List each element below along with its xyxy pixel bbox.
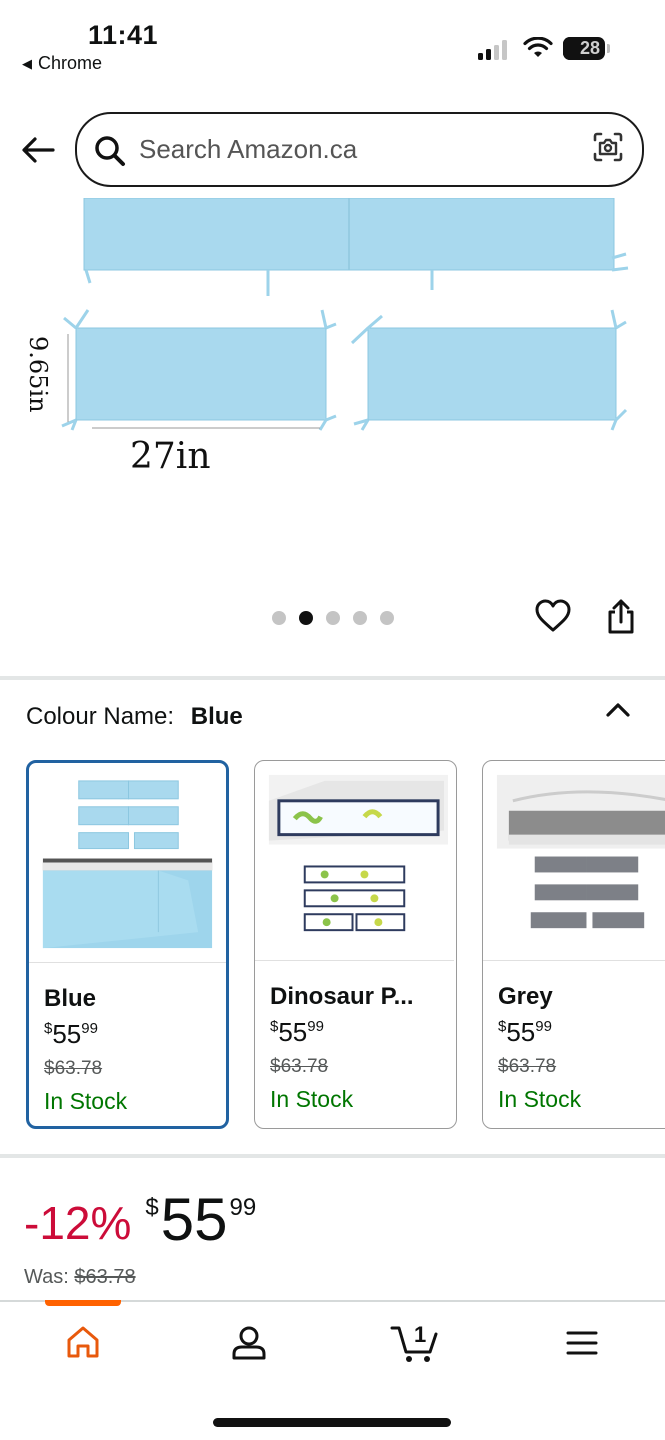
swatch-grey[interactable]: Grey $5599 $63.78 In Stock <box>482 760 665 1129</box>
status-time: 11:41 <box>88 20 159 50</box>
bottom-navigation-bar: 1 <box>0 1300 665 1440</box>
swatch-name: Blue <box>44 985 97 1012</box>
back-to-app-link[interactable]: ◀ Chrome <box>22 53 102 74</box>
carousel-dot[interactable] <box>380 611 394 625</box>
current-price: $ 55 99 <box>145 1186 257 1253</box>
search-header <box>0 108 665 198</box>
swatch-thumbnail <box>483 774 665 961</box>
swatch-stock-status: In Stock <box>270 1086 354 1112</box>
camera-search-icon[interactable] <box>592 131 624 163</box>
cart-icon[interactable]: 1 <box>390 1320 444 1364</box>
search-icon <box>95 136 125 166</box>
colour-label: Colour Name: <box>26 703 175 730</box>
home-icon[interactable] <box>64 1324 102 1360</box>
menu-icon[interactable] <box>566 1330 598 1356</box>
was-price: $63.78 <box>74 1266 136 1288</box>
heart-icon[interactable] <box>534 598 572 634</box>
back-app-label: Chrome <box>38 53 103 73</box>
width-dimension-label: 27in <box>130 436 211 477</box>
price-block: -12% $ 55 99 <box>24 1190 256 1250</box>
swatch-blue[interactable]: Blue $5599 $63.78 In Stock <box>26 760 229 1129</box>
swatch-stock-status: In Stock <box>44 1088 128 1114</box>
swatch-price: $5599 <box>44 1019 98 1049</box>
back-arrow-icon[interactable] <box>20 134 56 166</box>
image-carousel-dots[interactable] <box>272 611 394 625</box>
swatch-stock-status: In Stock <box>498 1086 582 1112</box>
carousel-dot-active[interactable] <box>299 611 313 625</box>
cart-count: 1 <box>414 1322 426 1347</box>
product-photo: 9.65in 27in <box>24 198 629 477</box>
chevron-up-icon[interactable] <box>604 700 632 720</box>
colour-selector-header: Colour Name: Blue <box>26 703 243 731</box>
section-divider <box>0 676 665 680</box>
was-price-line: Was: $63.78 <box>24 1266 136 1289</box>
discount-percent: -12% <box>24 1197 132 1249</box>
carousel-dot[interactable] <box>326 611 340 625</box>
swatch-dinosaur[interactable]: Dinosaur P... $5599 $63.78 In Stock <box>254 760 457 1129</box>
section-divider <box>0 1154 665 1158</box>
carousel-dot[interactable] <box>353 611 367 625</box>
swatch-name: Dinosaur P... <box>270 983 414 1010</box>
account-icon[interactable] <box>230 1324 268 1362</box>
cellular-signal-icon <box>478 38 510 60</box>
colour-value: Blue <box>190 703 243 730</box>
wifi-icon <box>523 37 553 57</box>
swatch-price: $5599 <box>498 1017 552 1047</box>
back-triangle-icon: ◀ <box>22 55 32 71</box>
battery-level: 28 <box>579 38 600 58</box>
home-indicator <box>213 1418 451 1427</box>
swatch-was-price: $63.78 <box>270 1056 329 1077</box>
colour-swatch-list: Blue $5599 $63.78 In Stock Dinosaur P...… <box>26 760 665 1130</box>
swatch-thumbnail <box>29 780 226 963</box>
swatch-was-price: $63.78 <box>498 1056 557 1077</box>
swatch-thumbnail <box>255 774 454 961</box>
search-bar[interactable] <box>75 112 644 187</box>
was-label: Was: <box>24 1266 69 1288</box>
height-dimension-label: 9.65in <box>24 336 52 413</box>
product-image[interactable]: 9.65in 27in <box>0 198 665 578</box>
active-tab-indicator <box>45 1300 121 1306</box>
battery-icon: 28 <box>563 37 605 60</box>
carousel-dot[interactable] <box>272 611 286 625</box>
share-icon[interactable] <box>605 598 637 636</box>
swatch-price: $5599 <box>270 1017 324 1047</box>
search-input[interactable] <box>139 130 569 168</box>
swatch-name: Grey <box>498 983 553 1010</box>
status-bar: 11:41 ◀ Chrome 28 <box>0 0 665 80</box>
swatch-was-price: $63.78 <box>44 1058 103 1079</box>
